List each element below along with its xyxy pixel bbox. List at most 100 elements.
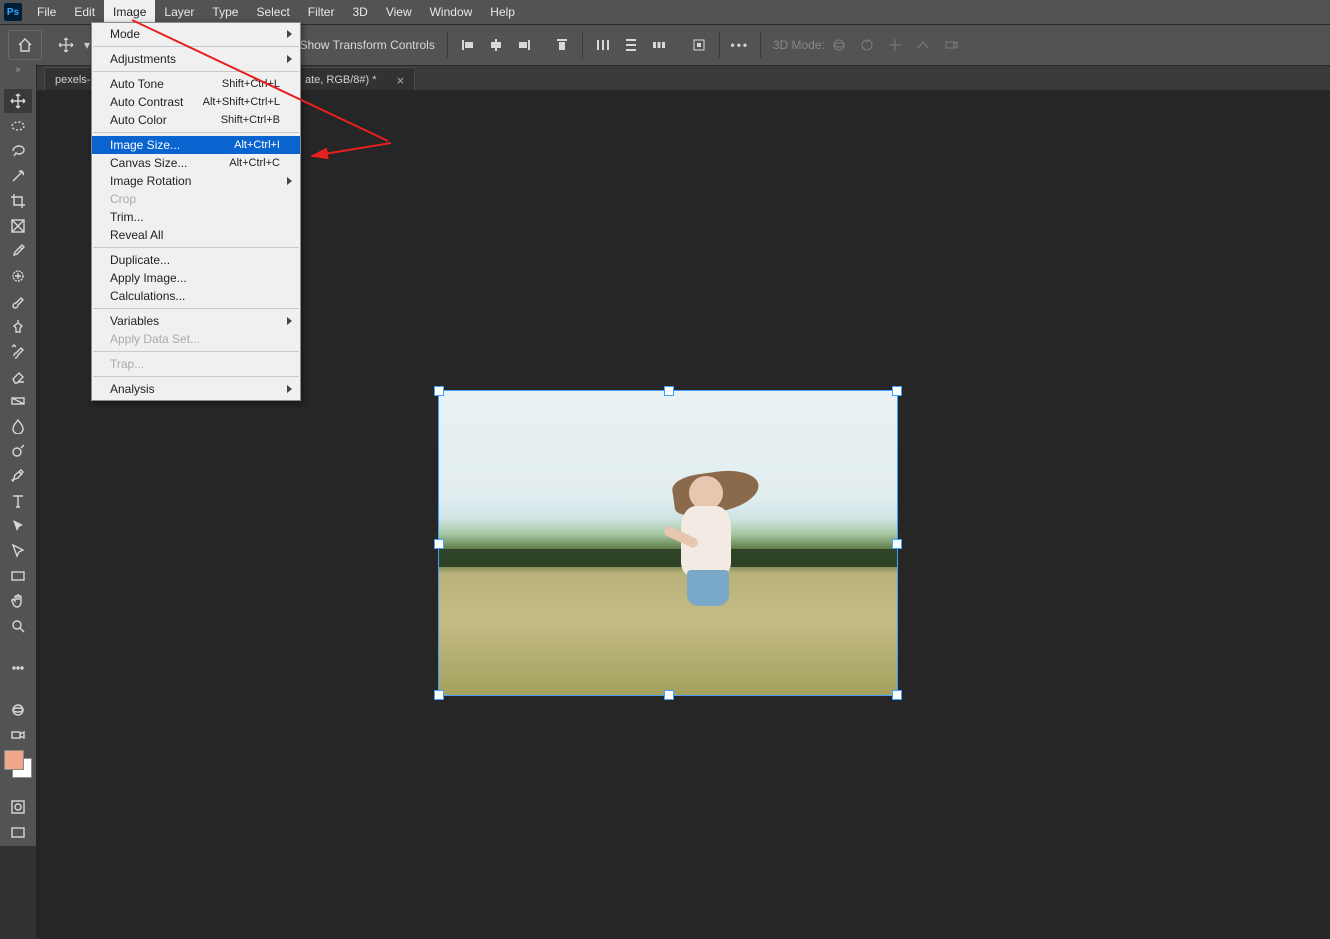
close-icon[interactable]: × [397, 73, 405, 88]
home-button[interactable] [8, 30, 42, 60]
align-left-icon[interactable] [456, 33, 480, 57]
dodge-tool[interactable] [4, 439, 32, 463]
menu-item-label: Analysis [110, 382, 155, 396]
align-right-icon[interactable] [512, 33, 536, 57]
transform-handle[interactable] [892, 539, 902, 549]
3d-camera-tool[interactable] [4, 723, 32, 747]
spot-heal-icon [10, 268, 26, 284]
menu-item-trim[interactable]: Trim... [92, 208, 300, 226]
menu-item-analysis[interactable]: Analysis [92, 380, 300, 398]
type-icon [10, 493, 26, 509]
menu-item-duplicate[interactable]: Duplicate... [92, 251, 300, 269]
menu-item-shortcut: Alt+Ctrl+C [229, 157, 280, 169]
color-swatches[interactable] [4, 750, 32, 778]
show-transform-controls-checkbox[interactable]: Show Transform Controls [278, 36, 434, 55]
eraser-tool[interactable] [4, 364, 32, 388]
magic-wand-tool[interactable] [4, 164, 32, 188]
menu-filter[interactable]: Filter [299, 0, 344, 24]
eyedropper-tool[interactable] [4, 239, 32, 263]
3d-slide-icon[interactable] [911, 33, 935, 57]
menu-item-auto-tone[interactable]: Auto ToneShift+Ctrl+L [92, 75, 300, 93]
menu-item-apply-image[interactable]: Apply Image... [92, 269, 300, 287]
transform-handle[interactable] [664, 386, 674, 396]
gradient-icon [10, 393, 26, 409]
3d-material-tool[interactable] [4, 698, 32, 722]
expand-panels-icon[interactable]: » [0, 64, 36, 78]
crop-icon [10, 193, 26, 209]
spot-heal-tool[interactable] [4, 264, 32, 288]
menu-item-reveal-all[interactable]: Reveal All [92, 226, 300, 244]
quick-mask-icon[interactable] [4, 795, 32, 819]
screen-mode-icon[interactable] [4, 821, 32, 845]
foreground-color-swatch[interactable] [4, 750, 24, 770]
edit-toolbar-icon [10, 660, 26, 676]
transform-handle[interactable] [892, 690, 902, 700]
transform-handle[interactable] [434, 539, 444, 549]
brush-icon [10, 293, 26, 309]
crop-tool[interactable] [4, 189, 32, 213]
menu-item-label: Mode [110, 27, 140, 41]
3d-orbit-icon[interactable] [827, 33, 851, 57]
hand-icon [10, 593, 26, 609]
more-options-icon[interactable]: ••• [728, 33, 752, 57]
menu-file[interactable]: File [28, 0, 65, 24]
align-top-icon[interactable] [550, 33, 574, 57]
separator [447, 32, 448, 58]
menu-item-image-size[interactable]: Image Size...Alt+Ctrl+I [92, 136, 300, 154]
3d-pan-icon[interactable] [883, 33, 907, 57]
menu-item-auto-color[interactable]: Auto ColorShift+Ctrl+B [92, 111, 300, 129]
distribute-v-icon[interactable] [619, 33, 643, 57]
distribute-spacing-icon[interactable] [647, 33, 671, 57]
frame-icon [10, 218, 26, 234]
zoom-tool[interactable] [4, 614, 32, 638]
menu-item-variables[interactable]: Variables [92, 312, 300, 330]
menu-layer[interactable]: Layer [155, 0, 203, 24]
align-to-icon[interactable] [687, 33, 711, 57]
menu-item-label: Duplicate... [110, 253, 170, 267]
3d-roll-icon[interactable] [855, 33, 879, 57]
show-transform-controls-label: Show Transform Controls [299, 38, 434, 52]
transform-handle[interactable] [664, 690, 674, 700]
menu-edit[interactable]: Edit [65, 0, 104, 24]
menu-help[interactable]: Help [481, 0, 524, 24]
menu-item-adjustments[interactable]: Adjustments [92, 50, 300, 68]
image-menu-dropdown: ModeAdjustmentsAuto ToneShift+Ctrl+LAuto… [91, 22, 301, 401]
menu-3d[interactable]: 3D [343, 0, 376, 24]
menu-item-mode[interactable]: Mode [92, 25, 300, 43]
rectangle-tool[interactable] [4, 564, 32, 588]
menu-view[interactable]: View [377, 0, 421, 24]
menu-type[interactable]: Type [203, 0, 247, 24]
menu-item-auto-contrast[interactable]: Auto ContrastAlt+Shift+Ctrl+L [92, 93, 300, 111]
frame-tool[interactable] [4, 214, 32, 238]
type-tool[interactable] [4, 489, 32, 513]
transform-handle[interactable] [434, 386, 444, 396]
menu-item-canvas-size[interactable]: Canvas Size...Alt+Ctrl+C [92, 154, 300, 172]
transform-handle[interactable] [434, 690, 444, 700]
menu-image[interactable]: Image [104, 0, 155, 24]
menu-window[interactable]: Window [421, 0, 482, 24]
menu-item-calculations[interactable]: Calculations... [92, 287, 300, 305]
brush-tool[interactable] [4, 289, 32, 313]
3d-camera-icon[interactable] [939, 33, 963, 57]
clone-icon [10, 318, 26, 334]
history-brush-tool[interactable] [4, 339, 32, 363]
gradient-tool[interactable] [4, 389, 32, 413]
distribute-h-icon[interactable] [591, 33, 615, 57]
image-selection-frame[interactable] [438, 390, 898, 696]
move-tool[interactable] [4, 89, 32, 113]
transform-handle[interactable] [892, 386, 902, 396]
align-center-h-icon[interactable] [484, 33, 508, 57]
lasso-tool[interactable] [4, 139, 32, 163]
path-select-tool[interactable] [4, 514, 32, 538]
magic-wand-icon [10, 168, 26, 184]
blur-tool[interactable] [4, 414, 32, 438]
hand-tool[interactable] [4, 589, 32, 613]
marquee-ellipse-tool[interactable] [4, 114, 32, 138]
menu-select[interactable]: Select [247, 0, 298, 24]
direct-select-tool[interactable] [4, 539, 32, 563]
separator [582, 32, 583, 58]
menu-item-image-rotation[interactable]: Image Rotation [92, 172, 300, 190]
edit-toolbar-tool[interactable] [4, 656, 32, 680]
pen-tool[interactable] [4, 464, 32, 488]
clone-tool[interactable] [4, 314, 32, 338]
